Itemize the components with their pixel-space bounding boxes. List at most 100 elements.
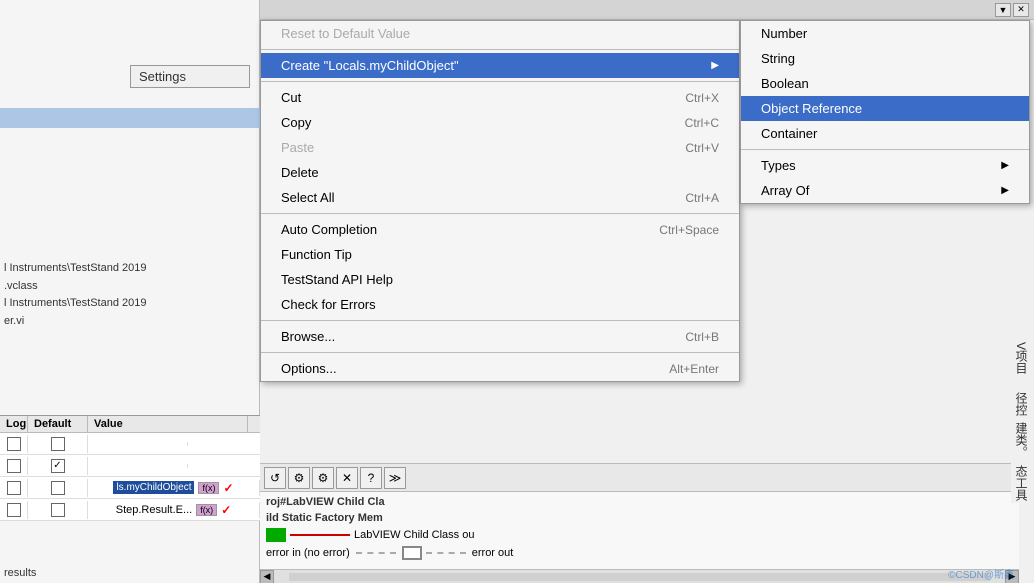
context-menu-primary: Reset to Default Value Create "Locals.my…: [260, 20, 740, 382]
value-cell-2: [88, 464, 188, 468]
bottom-panel: ↺ ⚙ ⚙ ✕ ? ≫ roj#LabVIEW Child Cla ild St…: [260, 463, 1019, 583]
settings-header: Settings: [130, 65, 250, 88]
toolbar-refresh-btn[interactable]: ↺: [264, 467, 286, 489]
table-row: ✓: [0, 455, 260, 477]
menu-item-paste-label: Paste: [281, 140, 314, 155]
submenu-item-string[interactable]: String: [741, 46, 1029, 71]
table-area: Log Default Value ✓ ls.myChildObject f(x…: [0, 415, 260, 521]
submenu-item-container[interactable]: Container: [741, 121, 1029, 146]
step-result-label: Step.Result.E...: [116, 504, 192, 516]
toolbar-close-btn[interactable]: ✕: [336, 467, 358, 489]
path-row1: l Instruments\TestStand 2019: [0, 260, 260, 276]
menu-item-browse[interactable]: Browse... Ctrl+B: [261, 324, 739, 349]
horizontal-scrollbar[interactable]: ◀ ▶: [260, 569, 1019, 583]
submenu-item-array-of[interactable]: Array Of ▶: [741, 178, 1029, 203]
menu-item-options[interactable]: Options... Alt+Enter: [261, 356, 739, 381]
submenu-array-of-label: Array Of: [761, 183, 809, 198]
toolbar-help-btn[interactable]: ?: [360, 467, 382, 489]
value-cell-4: Step.Result.E... f(x) ✓: [88, 502, 260, 518]
menu-item-auto-completion-label: Auto Completion: [281, 222, 377, 237]
auto-completion-shortcut: Ctrl+Space: [659, 223, 719, 237]
menu-item-select-all[interactable]: Select All Ctrl+A: [261, 185, 739, 210]
settings-label: Settings: [139, 69, 186, 84]
menu-item-check-errors[interactable]: Check for Errors: [261, 292, 739, 317]
menu-item-options-label: Options...: [281, 361, 337, 376]
submenu-item-number[interactable]: Number: [741, 21, 1029, 46]
scroll-left-btn[interactable]: ◀: [260, 570, 274, 583]
menu-item-paste[interactable]: Paste Ctrl+V: [261, 135, 739, 160]
path-row2: .vclass: [0, 278, 260, 294]
watermark: ©CSDN@斯鑫: [948, 566, 1014, 581]
menu-item-api-help-label: TestStand API Help: [281, 272, 393, 287]
func-icon-2: f(x): [196, 504, 217, 516]
menu-item-reset-label: Reset to Default Value: [281, 26, 410, 41]
menu-item-delete[interactable]: Delete: [261, 160, 739, 185]
checkmark-icon-2: ✓: [221, 503, 231, 517]
menu-item-select-all-label: Select All: [281, 190, 334, 205]
submenu-container-label: Container: [761, 126, 817, 141]
menu-item-browse-label: Browse...: [281, 329, 335, 344]
submenu-item-boolean[interactable]: Boolean: [741, 71, 1029, 96]
menu-item-check-errors-label: Check for Errors: [281, 297, 376, 312]
bottom-title2: ild Static Factory Mem: [260, 510, 1019, 526]
left-panel: Settings l Instruments\TestStand 2019 .v…: [0, 0, 260, 583]
lv-green-box: [266, 528, 286, 542]
func-icon: f(x): [198, 482, 219, 494]
menu-item-reset[interactable]: Reset to Default Value: [261, 21, 739, 46]
select-all-shortcut: Ctrl+A: [685, 191, 719, 205]
toolbar-gear2-btn[interactable]: ⚙: [312, 467, 334, 489]
log-checkbox-2[interactable]: [0, 457, 28, 475]
value-cell-1: [88, 442, 188, 446]
menu-item-copy-label: Copy: [281, 115, 311, 130]
submenu-types-label: Types: [761, 158, 796, 173]
copy-shortcut: Ctrl+C: [685, 116, 719, 130]
menu-item-api-help[interactable]: TestStand API Help: [261, 267, 739, 292]
toolbar-gear-btn[interactable]: ⚙: [288, 467, 310, 489]
col-default: Default: [28, 416, 88, 432]
expression-value: ls.myChildObject: [113, 481, 194, 494]
default-checkbox-3[interactable]: [28, 479, 88, 497]
table-header: Log Default Value: [0, 416, 260, 433]
create-arrow-icon: ▶: [711, 60, 719, 71]
submenu-item-types[interactable]: Types ▶: [741, 153, 1029, 178]
submenu: Number String Boolean Object Reference C…: [740, 20, 1030, 204]
menu-separator-2: [261, 81, 739, 82]
submenu-boolean-label: Boolean: [761, 76, 809, 91]
default-checkbox-2[interactable]: ✓: [28, 457, 88, 475]
toolbar-double-arrow-btn[interactable]: ≫: [384, 467, 406, 489]
menu-item-cut[interactable]: Cut Ctrl+X: [261, 85, 739, 110]
chinese-col-bottom: 态工具: [1011, 463, 1032, 503]
close-button[interactable]: ✕: [1013, 3, 1029, 17]
submenu-object-reference-label: Object Reference: [761, 101, 862, 116]
array-of-arrow-icon: ▶: [1001, 185, 1009, 196]
chinese-col-mid: V项目: [1011, 340, 1032, 376]
options-shortcut: Alt+Enter: [669, 362, 719, 376]
checkmark-icon: ✓: [223, 481, 233, 495]
minimize-button[interactable]: ▼: [995, 3, 1011, 17]
menu-item-cut-label: Cut: [281, 90, 301, 105]
menu-item-copy[interactable]: Copy Ctrl+C: [261, 110, 739, 135]
menu-item-auto-completion[interactable]: Auto Completion Ctrl+Space: [261, 217, 739, 242]
menu-item-function-tip[interactable]: Function Tip: [261, 242, 739, 267]
default-checkbox-1[interactable]: [28, 435, 88, 453]
table-row: [0, 433, 260, 455]
submenu-separator-1: [741, 149, 1029, 150]
cut-shortcut: Ctrl+X: [685, 91, 719, 105]
value-cell-3: ls.myChildObject f(x) ✓: [88, 480, 260, 496]
table-row: ls.myChildObject f(x) ✓: [0, 477, 260, 499]
log-checkbox-4[interactable]: [0, 501, 28, 519]
submenu-item-object-reference[interactable]: Object Reference: [741, 96, 1029, 121]
menu-item-delete-label: Delete: [281, 165, 319, 180]
col-value: Value: [88, 416, 248, 432]
menu-item-function-tip-label: Function Tip: [281, 247, 352, 262]
browse-shortcut: Ctrl+B: [685, 330, 719, 344]
menu-separator-4: [261, 320, 739, 321]
submenu-number-label: Number: [761, 26, 807, 41]
log-checkbox-3[interactable]: [0, 479, 28, 497]
scroll-track[interactable]: [289, 573, 990, 581]
default-checkbox-4[interactable]: [28, 501, 88, 519]
checked-icon: ✓: [51, 459, 65, 473]
log-checkbox-1[interactable]: [0, 435, 28, 453]
menu-item-create[interactable]: Create "Locals.myChildObject" ▶: [261, 53, 739, 78]
chinese-col-mid3: 建类。: [1011, 420, 1032, 460]
